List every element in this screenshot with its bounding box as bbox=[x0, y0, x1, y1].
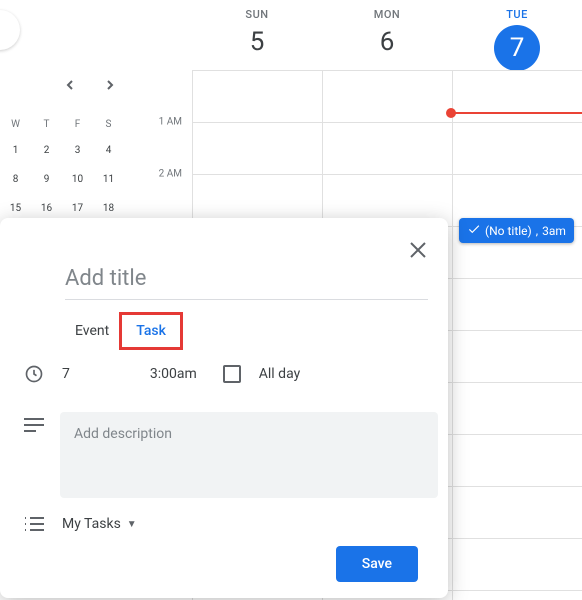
mini-date[interactable]: 1 bbox=[0, 136, 31, 165]
prev-month-button[interactable] bbox=[60, 75, 80, 95]
description-input[interactable]: Add description bbox=[60, 412, 438, 498]
tasklist-row: My Tasks ▼ bbox=[24, 516, 428, 532]
nav-button-partial[interactable] bbox=[0, 10, 20, 50]
date-field[interactable]: 7 bbox=[62, 366, 70, 382]
mini-weekday: T bbox=[31, 113, 62, 136]
day-header-tue[interactable]: TUE 7 bbox=[452, 0, 582, 70]
tab-event[interactable]: Event bbox=[75, 323, 109, 339]
mini-weekday-header: W T F S bbox=[0, 113, 125, 136]
type-tabs: Event Task bbox=[75, 320, 448, 342]
time-field[interactable]: 3:00am bbox=[150, 366, 197, 382]
mini-date[interactable]: 4 bbox=[93, 136, 124, 165]
day-header-mon[interactable]: MON 6 bbox=[322, 0, 452, 70]
allday-checkbox[interactable] bbox=[223, 365, 241, 383]
day-number-today: 7 bbox=[494, 25, 540, 71]
day-label: SUN bbox=[192, 8, 322, 21]
event-chip-title: (No title) bbox=[485, 224, 532, 238]
allday-label: All day bbox=[259, 366, 300, 382]
next-month-button[interactable] bbox=[100, 75, 120, 95]
datetime-row: 7 3:00am All day bbox=[24, 364, 428, 384]
day-number: 5 bbox=[192, 27, 322, 57]
time-label: 2 AM bbox=[159, 169, 182, 180]
day-number: 6 bbox=[322, 27, 452, 57]
tasklist-select[interactable]: My Tasks ▼ bbox=[62, 516, 137, 532]
title-placeholder: Add title bbox=[65, 266, 428, 291]
mini-weekday: W bbox=[0, 113, 31, 136]
description-placeholder: Add description bbox=[74, 426, 424, 442]
time-label: 1 AM bbox=[159, 117, 182, 128]
save-button[interactable]: Save bbox=[336, 546, 418, 582]
close-icon bbox=[409, 241, 427, 259]
current-time-indicator bbox=[451, 112, 582, 114]
mini-weekday: F bbox=[62, 113, 93, 136]
close-button[interactable] bbox=[406, 238, 430, 262]
mini-date[interactable]: 9 bbox=[31, 165, 62, 194]
task-check-icon bbox=[467, 222, 481, 239]
mini-weekday: S bbox=[93, 113, 124, 136]
tab-task[interactable]: Task bbox=[119, 312, 183, 350]
clock-icon bbox=[24, 364, 44, 384]
mini-date[interactable]: 11 bbox=[93, 165, 124, 194]
day-label: MON bbox=[322, 8, 452, 21]
chevron-down-icon: ▼ bbox=[127, 519, 137, 530]
create-task-modal: Add title Event Task 7 3:00am All day Ad… bbox=[0, 218, 448, 598]
mini-date[interactable]: 8 bbox=[0, 165, 31, 194]
title-input[interactable]: Add title bbox=[65, 266, 428, 300]
mini-calendar: W T F S 1 2 3 4 8 9 10 11 15 16 17 18 bbox=[0, 75, 125, 223]
description-icon bbox=[24, 418, 44, 432]
mini-date[interactable]: 10 bbox=[62, 165, 93, 194]
event-chip[interactable]: (No title), 3am bbox=[459, 218, 574, 243]
list-icon bbox=[24, 517, 44, 531]
mini-date[interactable]: 2 bbox=[31, 136, 62, 165]
tasklist-value: My Tasks bbox=[62, 516, 121, 532]
event-chip-time: 3am bbox=[542, 224, 566, 238]
day-headers: SUN 5 MON 6 TUE 7 bbox=[192, 0, 582, 70]
mini-date[interactable]: 3 bbox=[62, 136, 93, 165]
event-chip-comma: , bbox=[536, 224, 538, 238]
day-header-sun[interactable]: SUN 5 bbox=[192, 0, 322, 70]
day-label: TUE bbox=[452, 8, 582, 21]
